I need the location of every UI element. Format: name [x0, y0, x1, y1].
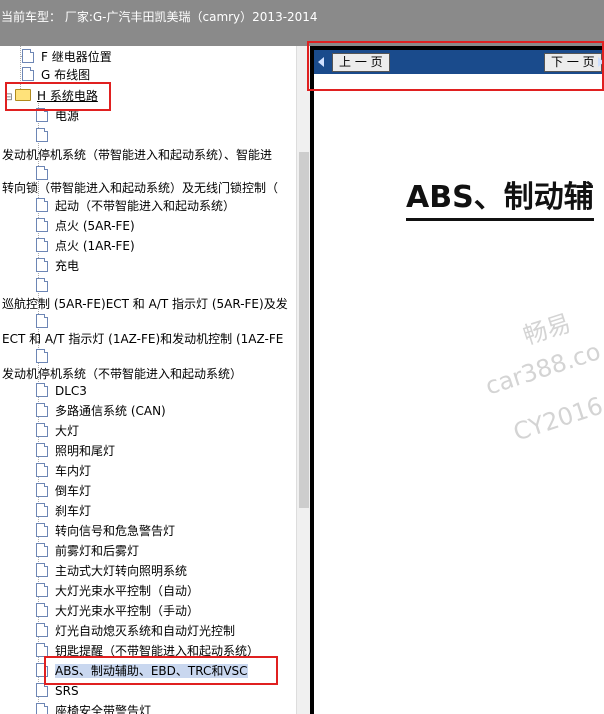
- page-nav-bar: 上 一 页 下 一 页: [314, 50, 604, 74]
- tree-item[interactable]: 巡航控制 (5AR-FE)ECT 和 A/T 指示灯 (5AR-FE)及发: [2, 294, 288, 314]
- tree-folder-system-circuits[interactable]: ⊟ H 系统电路: [4, 86, 98, 106]
- arrow-right-icon: [598, 57, 604, 67]
- tree-scrollbar[interactable]: [296, 46, 311, 714]
- document-icon: [36, 483, 48, 497]
- document-icon: [36, 683, 48, 697]
- tree-item[interactable]: DLC3: [36, 381, 87, 401]
- watermark-text: car388.co: [482, 337, 604, 401]
- document-title: ABS、制动辅: [406, 172, 594, 221]
- prev-page-button[interactable]: 上 一 页: [332, 53, 390, 72]
- document-icon: [36, 643, 48, 657]
- document-icon: [36, 663, 48, 677]
- document-icon: [36, 563, 48, 577]
- document-page: ABS、制动辅 畅易 car388.co CY2016: [314, 74, 604, 714]
- tree-item[interactable]: ECT 和 A/T 指示灯 (1AZ-FE)和发动机控制 (1AZ-FE: [2, 329, 283, 349]
- document-icon: [36, 218, 48, 232]
- document-icon: [36, 108, 48, 122]
- tree-item[interactable]: G 布线图: [16, 65, 90, 85]
- tree-item[interactable]: 点火 (1AR-FE): [36, 236, 135, 256]
- document-icon: [36, 443, 48, 457]
- tree-item[interactable]: SRS: [36, 681, 79, 701]
- tree-item[interactable]: 大灯: [36, 421, 79, 441]
- document-icon: [36, 603, 48, 617]
- tree-item[interactable]: 倒车灯: [36, 481, 91, 501]
- document-icon: [36, 403, 48, 417]
- tree-item[interactable]: 大灯光束水平控制（手动）: [36, 601, 199, 621]
- tree-item[interactable]: [36, 276, 55, 296]
- tree-item[interactable]: 前雾灯和后雾灯: [36, 541, 139, 561]
- tree-item[interactable]: 充电: [36, 256, 79, 276]
- tree-item[interactable]: 车内灯: [36, 461, 91, 481]
- header-bar: 当前车型： 厂家:G-广汽丰田凯美瑞（camry）2013-2014: [0, 0, 604, 46]
- watermark-text: 畅易: [519, 308, 575, 351]
- document-icon: [36, 583, 48, 597]
- tree-item[interactable]: 发动机停机系统（带智能进入和起动系统）、智能进: [2, 145, 272, 165]
- tree-item[interactable]: 转向信号和危急警告灯: [36, 521, 175, 541]
- document-icon: [36, 314, 48, 328]
- tree-item[interactable]: 大灯光束水平控制（自动）: [36, 581, 199, 601]
- tree-item[interactable]: 电源: [36, 106, 79, 126]
- document-icon: [36, 128, 48, 142]
- tree-item[interactable]: F 继电器位置: [16, 47, 112, 67]
- tree-item[interactable]: 多路通信系统 (CAN): [36, 401, 166, 421]
- next-page-button[interactable]: 下 一 页: [544, 53, 602, 72]
- tree-item[interactable]: 钥匙提醒（不带智能进入和起动系统）: [36, 641, 259, 661]
- document-icon: [36, 503, 48, 517]
- tree-item[interactable]: 主动式大灯转向照明系统: [36, 561, 187, 581]
- document-icon: [36, 703, 48, 714]
- document-icon: [22, 49, 34, 63]
- document-icon: [36, 383, 48, 397]
- scrollbar-thumb[interactable]: [299, 152, 309, 508]
- current-model-title: 当前车型： 厂家:G-广汽丰田凯美瑞（camry）2013-2014: [1, 10, 318, 24]
- tree-item[interactable]: [36, 126, 55, 146]
- arrow-left-icon: [318, 57, 324, 67]
- document-icon: [36, 523, 48, 537]
- document-icon: [36, 463, 48, 477]
- document-icon: [36, 198, 48, 212]
- nav-tree[interactable]: F 继电器位置 G 布线图 ⊟ H 系统电路 电源 发动机停机系统（带智能进入和起…: [0, 46, 296, 714]
- document-icon: [36, 623, 48, 637]
- tree-item[interactable]: 灯光自动熄灭系统和自动灯光控制: [36, 621, 235, 641]
- document-icon: [36, 258, 48, 272]
- tree-item[interactable]: 起动（不带智能进入和起动系统）: [36, 196, 235, 216]
- tree-item[interactable]: 刹车灯: [36, 501, 91, 521]
- tree-item[interactable]: 转向锁（带智能进入和起动系统）及无线门锁控制（: [2, 178, 278, 198]
- document-icon: [22, 67, 34, 81]
- collapse-icon[interactable]: ⊟: [4, 88, 13, 108]
- document-icon: [36, 238, 48, 252]
- folder-open-icon: [15, 89, 31, 101]
- tree-item-abs-selected[interactable]: ABS、制动辅助、EBD、TRC和VSC: [36, 661, 248, 681]
- tree-item[interactable]: 点火 (5AR-FE): [36, 216, 135, 236]
- tree-item[interactable]: 照明和尾灯: [36, 441, 115, 461]
- tree-item[interactable]: 座椅安全带警告灯: [36, 701, 151, 714]
- document-viewer: 上 一 页 下 一 页 ABS、制动辅 畅易 car388.co CY2016: [310, 46, 604, 714]
- document-icon: [36, 349, 48, 363]
- document-icon: [36, 423, 48, 437]
- document-icon: [36, 543, 48, 557]
- watermark-text: CY2016: [510, 391, 604, 447]
- document-icon: [36, 278, 48, 292]
